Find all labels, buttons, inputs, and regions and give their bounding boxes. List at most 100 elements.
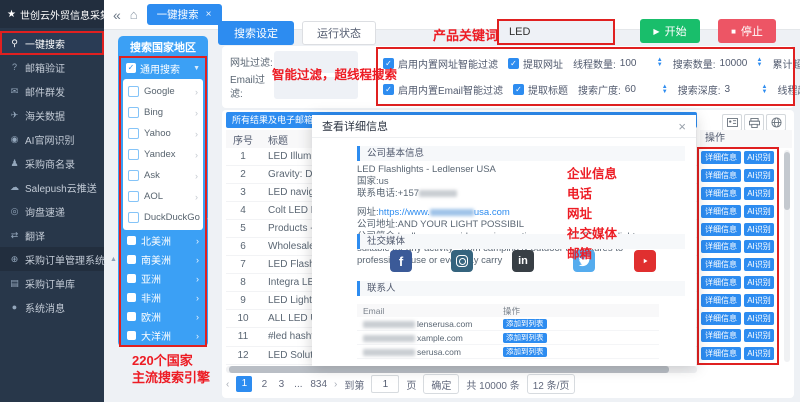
checkbox-unchecked-icon[interactable] — [128, 107, 139, 118]
start-button[interactable]: ▶ 开始 — [640, 19, 700, 43]
continent-item[interactable]: 亚洲 › — [121, 269, 205, 288]
detail-info-button[interactable]: 详细信息 — [701, 312, 741, 325]
ai-recognize-button[interactable]: AI识别 — [744, 294, 774, 307]
search-count-value[interactable]: 10000 — [720, 58, 752, 69]
app-brand[interactable]: ★ 世创云外贸信息采集 ▲ — [0, 0, 104, 28]
vertical-scrollbar[interactable] — [784, 150, 790, 362]
detail-info-button[interactable]: 详细信息 — [701, 347, 741, 360]
sidebar-item[interactable]: ☁ Salepush云推送 ▲ — [0, 175, 104, 199]
continent-item[interactable]: 非洲 › — [121, 288, 205, 307]
page-number[interactable]: 2 — [259, 379, 269, 390]
stepper-icon[interactable]: ▲▼ — [762, 85, 768, 95]
sidebar-item[interactable]: ● 系统消息 ▲ — [0, 295, 104, 319]
sidebar-collapse-icon[interactable]: « — [113, 7, 121, 23]
sidebar-item[interactable]: ◎ 询盘速递 ▲ — [0, 199, 104, 223]
detail-info-button[interactable]: 详细信息 — [701, 329, 741, 342]
print-icon-button[interactable] — [744, 114, 764, 131]
sidebar-item[interactable]: ? 邮箱验证 ▲ — [0, 55, 104, 79]
linkedin-icon[interactable]: in — [512, 250, 534, 272]
sidebar-item[interactable]: ⇄ 翻译 ▲ — [0, 223, 104, 247]
checkbox-unchecked-icon[interactable] — [128, 212, 139, 223]
stepper-icon[interactable]: ▲▼ — [657, 58, 663, 68]
next-page-icon[interactable]: › — [334, 379, 337, 390]
sidebar-item[interactable]: ⚲ 一键搜索 ▲ — [0, 31, 104, 55]
checkbox-unchecked-icon[interactable] — [127, 255, 136, 264]
page-number[interactable]: 1 — [236, 376, 252, 392]
scrollbar-thumb[interactable] — [229, 366, 669, 373]
general-search-toggle[interactable]: ✓ 通用搜索 ▼ — [121, 58, 205, 78]
checkbox-unchecked-icon[interactable] — [127, 293, 136, 302]
ai-recognize-button[interactable]: AI识别 — [744, 329, 774, 342]
ai-recognize-button[interactable]: AI识别 — [744, 187, 774, 200]
engine-item[interactable]: DuckDuckGo › — [123, 207, 203, 228]
sidebar-item[interactable]: ✉ 邮件群发 ▲ — [0, 79, 104, 103]
ai-recognize-button[interactable]: AI识别 — [744, 258, 774, 271]
engine-item[interactable]: Ask › — [123, 165, 203, 186]
checkbox-unchecked-icon[interactable] — [127, 312, 136, 321]
engine-item[interactable]: Bing › — [123, 102, 203, 123]
detail-info-button[interactable]: 详细信息 — [701, 276, 741, 289]
continent-item[interactable]: 南美洲 › — [121, 250, 205, 269]
confirm-button[interactable]: 确定 — [423, 374, 459, 394]
detail-info-button[interactable]: 详细信息 — [701, 169, 741, 182]
sidebar-item[interactable]: ✈ 海关数据 ▲ — [0, 103, 104, 127]
engine-item[interactable]: Yandex › — [123, 144, 203, 165]
stepper-icon[interactable]: ▲▼ — [662, 85, 668, 95]
sidebar-item[interactable]: ⊕ 采购订单管理系统 ▲ — [0, 247, 104, 271]
sidebar-item[interactable]: ▤ 采购订单库 ▲ — [0, 271, 104, 295]
contact-card-icon-button[interactable] — [722, 114, 742, 131]
stepper-icon[interactable]: ▲▼ — [757, 58, 763, 68]
close-icon[interactable]: × — [678, 119, 686, 134]
thread-count-value[interactable]: 100 — [620, 58, 652, 69]
detail-info-button[interactable]: 详细信息 — [701, 205, 741, 218]
keyword-input[interactable] — [497, 19, 615, 45]
horizontal-scrollbar[interactable] — [226, 366, 697, 373]
detail-info-button[interactable]: 详细信息 — [701, 223, 741, 236]
per-page-select[interactable]: 12 条/页 — [527, 374, 576, 394]
tab-run-status[interactable]: 运行状态 — [302, 21, 376, 45]
continent-item[interactable]: 大洋洲 › — [121, 326, 205, 345]
continent-item[interactable]: 欧洲 › — [121, 307, 205, 326]
sidebar-item[interactable]: ♟ 采购商名录 ▲ — [0, 151, 104, 175]
page-number[interactable]: ... — [293, 379, 303, 390]
engine-item[interactable]: Google › — [123, 81, 203, 102]
engine-item[interactable]: Yahoo › — [123, 123, 203, 144]
checkbox-unchecked-icon[interactable] — [127, 331, 136, 340]
home-icon[interactable]: ⌂ — [130, 7, 138, 22]
ai-recognize-button[interactable]: AI识别 — [744, 151, 774, 164]
globe-icon-button[interactable] — [766, 114, 786, 131]
sidebar-item[interactable]: ◉ AI官网识别 ▲ — [0, 127, 104, 151]
scrollbar-thumb[interactable] — [784, 152, 790, 210]
tab-search-settings[interactable]: 搜索设定 — [218, 21, 294, 45]
search-depth-value[interactable]: 3 — [725, 84, 757, 95]
checkbox-checked-icon[interactable]: ✓ — [508, 58, 519, 69]
checkbox-unchecked-icon[interactable] — [127, 236, 136, 245]
detail-info-button[interactable]: 详细信息 — [701, 187, 741, 200]
add-to-list-button[interactable]: 添加到列表 — [503, 319, 547, 329]
youtube-icon[interactable] — [634, 250, 656, 272]
instagram-icon[interactable] — [451, 250, 473, 272]
add-to-list-button[interactable]: 添加到列表 — [503, 347, 547, 357]
tab-one-key-search[interactable]: 一键搜索 × — [147, 4, 222, 25]
engine-item[interactable]: AOL › — [123, 186, 203, 207]
detail-info-button[interactable]: 详细信息 — [701, 294, 741, 307]
checkbox-checked-icon[interactable]: ✓ — [126, 63, 136, 73]
checkbox-unchecked-icon[interactable] — [128, 128, 139, 139]
checkbox-unchecked-icon[interactable] — [128, 170, 139, 181]
ai-recognize-button[interactable]: AI识别 — [744, 223, 774, 236]
detail-info-button[interactable]: 详细信息 — [701, 240, 741, 253]
checkbox-unchecked-icon[interactable] — [128, 191, 139, 202]
page-number[interactable]: 3 — [276, 379, 286, 390]
detail-info-button[interactable]: 详细信息 — [701, 151, 741, 164]
checkbox-checked-icon[interactable]: ✓ — [383, 84, 394, 95]
ai-recognize-button[interactable]: AI识别 — [744, 240, 774, 253]
facebook-icon[interactable]: f — [390, 250, 412, 272]
checkbox-checked-icon[interactable]: ✓ — [513, 84, 524, 95]
checkbox-unchecked-icon[interactable] — [127, 274, 136, 283]
checkbox-unchecked-icon[interactable] — [128, 86, 139, 97]
add-to-list-button[interactable]: 添加到列表 — [503, 333, 547, 343]
stop-button[interactable]: ■ 停止 — [718, 19, 776, 43]
checkbox-unchecked-icon[interactable] — [128, 149, 139, 160]
ai-recognize-button[interactable]: AI识别 — [744, 276, 774, 289]
page-number[interactable]: 834 — [310, 379, 327, 390]
